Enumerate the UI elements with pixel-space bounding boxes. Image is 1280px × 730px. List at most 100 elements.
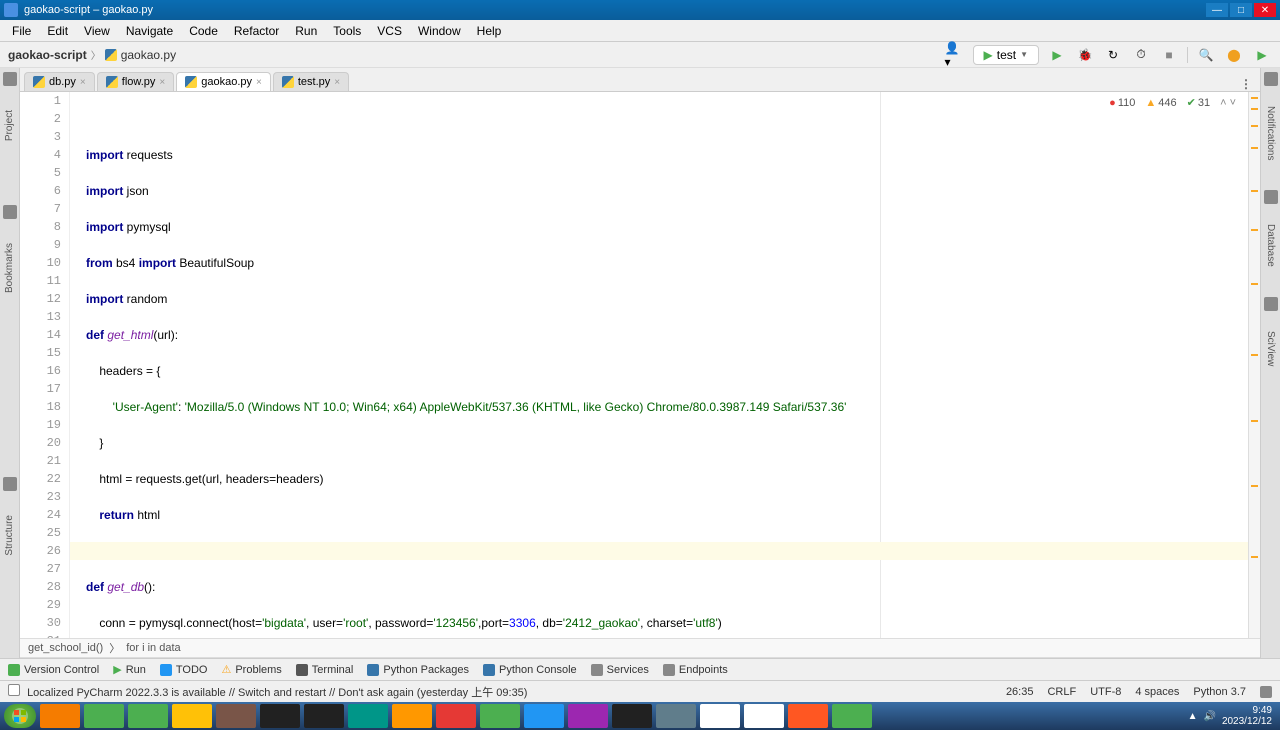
bookmarks-tool-tab[interactable]: Bookmarks: [2, 239, 17, 297]
terminal-icon: [296, 664, 308, 676]
clock-date: 2023/12/12: [1222, 716, 1272, 727]
taskbar-item[interactable]: [656, 704, 696, 728]
endpoints-button[interactable]: Endpoints: [663, 664, 728, 676]
menu-help[interactable]: Help: [469, 22, 510, 40]
file-tab-flow[interactable]: flow.py×: [97, 72, 174, 91]
project-tool-icon[interactable]: [3, 72, 17, 86]
profile-button[interactable]: ⏱: [1131, 45, 1151, 65]
menu-window[interactable]: Window: [410, 22, 469, 40]
breadcrumb-function[interactable]: get_school_id(): [28, 642, 103, 654]
editor-body[interactable]: ●110 ▲446 ✔31 ˄ ˅ 1234567891011121314151…: [20, 92, 1260, 638]
line-separator[interactable]: CRLF: [1047, 686, 1076, 698]
menu-refactor[interactable]: Refactor: [226, 22, 287, 40]
tab-options-icon[interactable]: ⋮: [1240, 77, 1252, 91]
python-console-button[interactable]: Python Console: [483, 664, 577, 676]
run-with-coverage-button[interactable]: ↻: [1103, 45, 1123, 65]
python-interpreter[interactable]: Python 3.7: [1193, 686, 1246, 698]
minimize-button[interactable]: —: [1206, 3, 1228, 17]
close-button[interactable]: ✕: [1254, 3, 1276, 17]
close-tab-icon[interactable]: ×: [159, 77, 165, 88]
code-area[interactable]: import requests import json import pymys…: [70, 92, 1248, 638]
taskbar-item[interactable]: [524, 704, 564, 728]
taskbar-item[interactable]: [436, 704, 476, 728]
status-icon[interactable]: [8, 684, 20, 696]
project-tool-tab[interactable]: Project: [2, 106, 17, 145]
taskbar-item[interactable]: [216, 704, 256, 728]
taskbar-item[interactable]: [40, 704, 80, 728]
bookmarks-tool-icon[interactable]: [3, 205, 17, 219]
notifications-icon[interactable]: [1264, 72, 1278, 86]
version-control-button[interactable]: Version Control: [8, 664, 99, 676]
user-icon[interactable]: 👤▾: [945, 45, 965, 65]
stop-button[interactable]: ■: [1159, 45, 1179, 65]
database-icon[interactable]: [1264, 190, 1278, 204]
menu-navigate[interactable]: Navigate: [118, 22, 181, 40]
menu-file[interactable]: File: [4, 22, 39, 40]
navigation-toolbar: gaokao-script 〉 gaokao.py 👤▾ ▶ test ▼ ▶ …: [0, 42, 1280, 68]
problems-button[interactable]: ⚠Problems: [221, 663, 281, 676]
close-tab-icon[interactable]: ×: [256, 77, 262, 88]
search-button[interactable]: 🔍: [1196, 45, 1216, 65]
taskbar-item[interactable]: [392, 704, 432, 728]
code-with-me-icon[interactable]: ▶: [1252, 45, 1272, 65]
system-tray[interactable]: ▲ 🔊 9:49 2023/12/12: [1188, 705, 1276, 727]
python-console-label: Python Console: [499, 664, 577, 676]
menu-tools[interactable]: Tools: [325, 22, 369, 40]
file-tab-test[interactable]: test.py×: [273, 72, 349, 91]
status-message[interactable]: Localized PyCharm 2022.3.3 is available …: [27, 687, 527, 699]
taskbar-item[interactable]: [744, 704, 784, 728]
start-button[interactable]: [4, 704, 36, 728]
maximize-button[interactable]: □: [1230, 3, 1252, 17]
debug-button[interactable]: 🐞: [1075, 45, 1095, 65]
menu-code[interactable]: Code: [181, 22, 226, 40]
close-tab-icon[interactable]: ×: [80, 77, 86, 88]
run-button[interactable]: ▶: [1047, 45, 1067, 65]
taskbar-item[interactable]: [788, 704, 828, 728]
sciview-icon[interactable]: [1264, 297, 1278, 311]
taskbar-item[interactable]: [260, 704, 300, 728]
tips-icon[interactable]: ⬤: [1224, 45, 1244, 65]
breadcrumb-loop[interactable]: for i in data: [126, 642, 180, 654]
taskbar-item[interactable]: [568, 704, 608, 728]
services-button[interactable]: Services: [591, 664, 649, 676]
database-tab[interactable]: Database: [1263, 220, 1278, 271]
run-configuration-selector[interactable]: ▶ test ▼: [973, 45, 1040, 65]
structure-tool-icon[interactable]: [3, 477, 17, 491]
lock-icon[interactable]: [1260, 686, 1272, 698]
python-console-icon: [483, 664, 495, 676]
menu-edit[interactable]: Edit: [39, 22, 76, 40]
clock-time: 9:49: [1222, 705, 1272, 716]
taskbar-item[interactable]: [172, 704, 212, 728]
run-tool-button[interactable]: ▶Run: [113, 663, 146, 676]
taskbar-item[interactable]: [348, 704, 388, 728]
breadcrumb-project[interactable]: gaokao-script: [8, 48, 87, 62]
breadcrumb-file[interactable]: gaokao.py: [121, 48, 176, 62]
taskbar-item[interactable]: [480, 704, 520, 728]
inspection-widget[interactable]: ●110 ▲446 ✔31 ˄ ˅: [1109, 96, 1236, 109]
structure-tool-tab[interactable]: Structure: [2, 511, 17, 560]
taskbar-item[interactable]: [700, 704, 740, 728]
todo-button[interactable]: TODO: [160, 664, 208, 676]
notifications-tab[interactable]: Notifications: [1263, 102, 1278, 164]
menu-vcs[interactable]: VCS: [369, 22, 410, 40]
menu-run[interactable]: Run: [287, 22, 325, 40]
file-tab-gaokao[interactable]: gaokao.py×: [176, 72, 271, 91]
indent-setting[interactable]: 4 spaces: [1135, 686, 1179, 698]
taskbar-item[interactable]: [128, 704, 168, 728]
taskbar-item[interactable]: [832, 704, 872, 728]
error-stripe[interactable]: [1248, 92, 1260, 638]
terminal-button[interactable]: Terminal: [296, 664, 354, 676]
cursor-position[interactable]: 26:35: [1006, 686, 1034, 698]
taskbar-item[interactable]: [84, 704, 124, 728]
file-tab-db[interactable]: db.py×: [24, 72, 95, 91]
close-tab-icon[interactable]: ×: [334, 77, 340, 88]
file-encoding[interactable]: UTF-8: [1090, 686, 1121, 698]
run-icon: ▶: [113, 663, 121, 676]
taskbar-item[interactable]: [304, 704, 344, 728]
menu-view[interactable]: View: [76, 22, 118, 40]
expand-inspection-icon[interactable]: ˄ ˅: [1220, 97, 1236, 109]
separator: [1187, 47, 1188, 63]
taskbar-item[interactable]: [612, 704, 652, 728]
python-packages-button[interactable]: Python Packages: [367, 664, 469, 676]
sciview-tab[interactable]: SciView: [1263, 327, 1278, 370]
